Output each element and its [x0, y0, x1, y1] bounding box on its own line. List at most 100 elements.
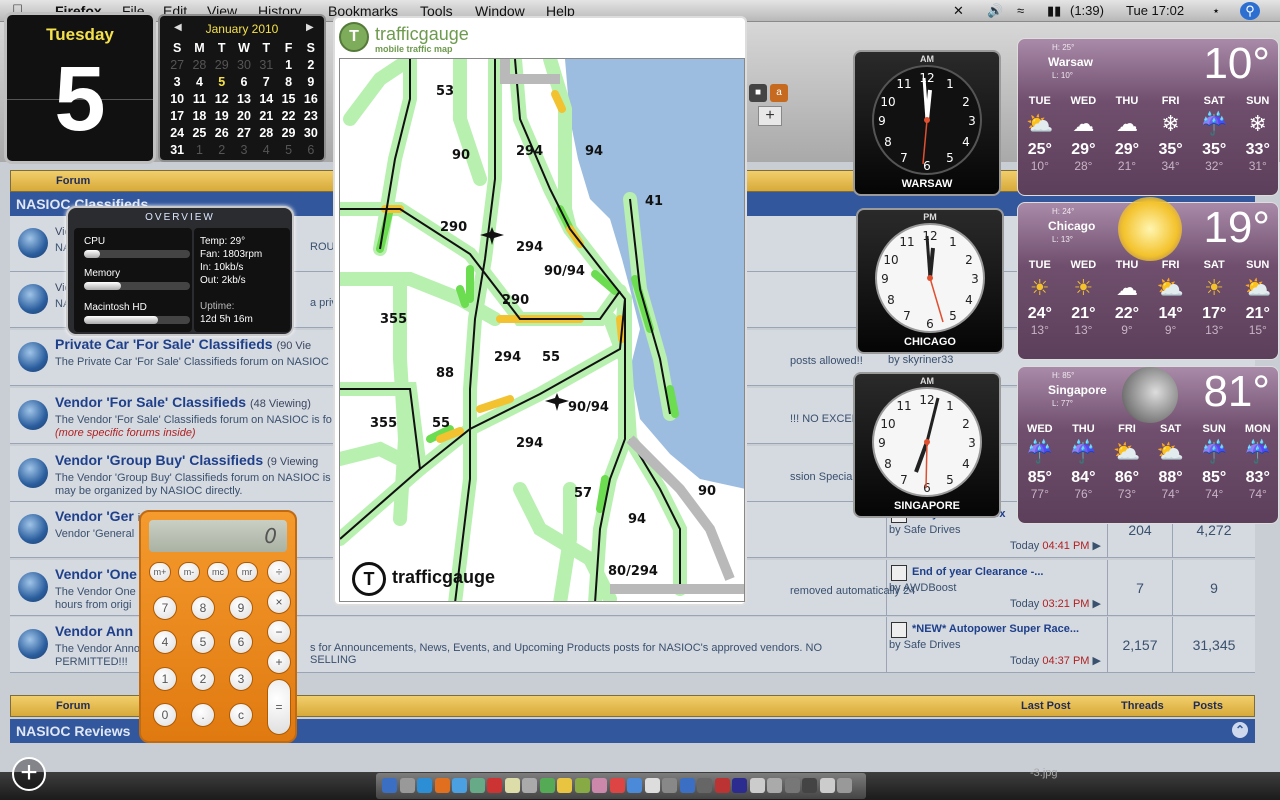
- calendar-day[interactable]: 11: [188, 91, 210, 108]
- dock-app-icon[interactable]: [802, 778, 817, 793]
- weather-widget-chicago[interactable]: H: 24° Chicago L: 13° 19° TUE ☀ 24° 13° WED…: [1017, 197, 1279, 360]
- calendar-day[interactable]: 25: [188, 125, 210, 142]
- forum-title[interactable]: Vendor 'Group Buy' Classifieds (9 Viewin…: [55, 452, 318, 468]
- calendar-day[interactable]: 19: [211, 108, 233, 125]
- go-to-post-icon[interactable]: ▶: [1093, 540, 1101, 552]
- dock-app-icon[interactable]: [504, 778, 520, 793]
- calendar-day[interactable]: 8: [277, 74, 299, 91]
- traffic-map[interactable]: 53 90 294 94 41 290 294 90/94 290 355 29…: [339, 58, 745, 602]
- calendar-day[interactable]: 18: [188, 108, 210, 125]
- digit-0-button[interactable]: 0: [153, 703, 177, 727]
- dock-app-icon[interactable]: [732, 778, 747, 793]
- calendar-day[interactable]: 24: [166, 125, 188, 142]
- dock-app-icon[interactable]: [662, 778, 677, 793]
- calendar-day[interactable]: 16: [300, 91, 322, 108]
- calendar-day[interactable]: 31: [255, 57, 277, 74]
- traffic-map-widget[interactable]: T trafficgauge mobile traffic map 53 90 …: [333, 16, 747, 606]
- dock-app-icon[interactable]: [469, 778, 485, 793]
- section-title[interactable]: NASIOC Reviews: [16, 723, 130, 739]
- memory-clear-button[interactable]: mc: [207, 562, 229, 582]
- dock-app-icon[interactable]: [679, 778, 695, 793]
- dock-app-icon[interactable]: [539, 778, 555, 793]
- clock-widget-warsaw[interactable]: AM 12 1 2 3 4 5 6 7 8 9 10 11 WARSAW: [853, 50, 1001, 196]
- go-to-post-icon[interactable]: ▶: [1093, 655, 1101, 667]
- memory-add-button[interactable]: m+: [149, 562, 171, 582]
- calendar-day[interactable]: 3: [233, 142, 255, 159]
- dock-app-icon[interactable]: [522, 778, 537, 793]
- calendar-day[interactable]: 23: [300, 108, 322, 125]
- dock-app-icon[interactable]: [697, 778, 712, 793]
- date-widget[interactable]: Tuesday 5: [4, 12, 156, 164]
- equals-button[interactable]: =: [267, 679, 291, 735]
- dock-app-icon[interactable]: [434, 778, 450, 793]
- clock-widget-singapore[interactable]: AM 12 1 2 3 4 5 6 7 8 9 10 11 SINGAPORE: [853, 372, 1001, 518]
- digit-5-button[interactable]: 5: [191, 630, 215, 654]
- last-post-author[interactable]: by Safe Drives: [889, 639, 961, 651]
- forum-title[interactable]: Vendor Ann: [55, 623, 133, 639]
- calendar-day[interactable]: 2: [211, 142, 233, 159]
- dock-app-icon[interactable]: [714, 778, 730, 793]
- calendar-day[interactable]: 17: [166, 108, 188, 125]
- calendar-day[interactable]: 15: [277, 91, 299, 108]
- calendar-day[interactable]: 30: [300, 125, 322, 142]
- dock-app-icon[interactable]: [609, 778, 625, 793]
- dock-app-icon[interactable]: [784, 778, 800, 793]
- calendar-day[interactable]: 10: [166, 91, 188, 108]
- digit-9-button[interactable]: 9: [229, 596, 253, 620]
- go-to-post-icon[interactable]: ▶: [1093, 598, 1101, 610]
- forum-title[interactable]: Vendor 'For Sale' Classifieds (48 Viewin…: [55, 394, 311, 410]
- digit-2-button[interactable]: 2: [191, 667, 215, 691]
- digit-8-button[interactable]: 8: [191, 596, 215, 620]
- toolbar-icon[interactable]: ■: [749, 84, 767, 102]
- calendar-day[interactable]: 27: [166, 57, 188, 74]
- calendar-day[interactable]: 31: [166, 142, 188, 159]
- dock-app-icon[interactable]: [452, 778, 467, 793]
- calendar-day[interactable]: 6: [233, 74, 255, 91]
- calendar-day[interactable]: 29: [211, 57, 233, 74]
- collapse-icon[interactable]: ⌃: [1232, 722, 1248, 738]
- dock-app-icon[interactable]: [592, 778, 607, 793]
- last-post-author[interactable]: by Safe Drives: [889, 524, 961, 536]
- network-icon[interactable]: ✕: [953, 3, 964, 19]
- calendar-day[interactable]: 28: [188, 57, 210, 74]
- dock-app-icon[interactable]: [837, 778, 852, 793]
- weather-widget-singapore[interactable]: H: 85° Singapore L: 77° 81° WED ☔ 85° 77° T…: [1017, 366, 1279, 524]
- calendar-day[interactable]: 2: [300, 57, 322, 74]
- calendar-day[interactable]: 29: [277, 125, 299, 142]
- forum-title[interactable]: Private Car 'For Sale' Classifieds (90 V…: [55, 336, 311, 352]
- dock-app-icon[interactable]: [382, 778, 397, 793]
- bluetooth-icon[interactable]: ⋆: [1212, 3, 1220, 19]
- digit-7-button[interactable]: 7: [153, 596, 177, 620]
- calendar-day[interactable]: 13: [233, 91, 255, 108]
- battery-icon[interactable]: ▮▮: [1047, 3, 1061, 19]
- dock-app-icon[interactable]: [767, 778, 782, 793]
- wifi-icon[interactable]: ≈: [1017, 3, 1024, 18]
- calendar-day[interactable]: 4: [188, 74, 210, 91]
- add-widget-button[interactable]: +: [12, 757, 46, 791]
- calendar-day[interactable]: 27: [233, 125, 255, 142]
- new-tab-button[interactable]: +: [758, 106, 782, 126]
- battery-time[interactable]: (1:39): [1070, 3, 1104, 18]
- digit-1-button[interactable]: 1: [153, 667, 177, 691]
- calendar-day[interactable]: 12: [211, 91, 233, 108]
- digit-6-button[interactable]: 6: [229, 630, 253, 654]
- calendar-day[interactable]: 1: [277, 57, 299, 74]
- dock-app-icon[interactable]: [574, 778, 590, 793]
- last-post-title[interactable]: *NEW* Autopower Super Race...: [912, 623, 1079, 635]
- system-overview-widget[interactable]: OVERVIEW CPU Memory Macintosh HD Temp: 2…: [66, 206, 294, 336]
- memory-recall-button[interactable]: mr: [236, 562, 258, 582]
- dock-app-icon[interactable]: [819, 778, 835, 793]
- amazon-icon[interactable]: a: [770, 84, 788, 102]
- calendar-day[interactable]: 22: [277, 108, 299, 125]
- calendar-day[interactable]: 1: [188, 142, 210, 159]
- clear-button[interactable]: c: [229, 703, 253, 727]
- weather-widget-warsaw[interactable]: H: 25° Warsaw L: 10° 10° TUE ⛅ 25° 10° WED ☁…: [1017, 38, 1279, 196]
- calculator-widget[interactable]: 0 m+ m- mc mr ÷ × − + = 7 8 9 4 5 6 1 2 …: [139, 510, 297, 743]
- clock-widget-chicago[interactable]: PM 12 1 2 3 4 5 6 7 8 9 10 11 CHICAGO: [856, 208, 1004, 354]
- menu-clock[interactable]: Tue 17:02: [1126, 3, 1184, 18]
- calendar-day[interactable]: 20: [233, 108, 255, 125]
- digit-4-button[interactable]: 4: [153, 630, 177, 654]
- dock-app-icon[interactable]: [417, 778, 432, 793]
- volume-icon[interactable]: 🔊: [987, 3, 1003, 19]
- calendar-widget[interactable]: ◀ January 2010 ▶ S M T W T F S 27 28 29 30 31 1 2 3 4 5 6…: [158, 14, 326, 162]
